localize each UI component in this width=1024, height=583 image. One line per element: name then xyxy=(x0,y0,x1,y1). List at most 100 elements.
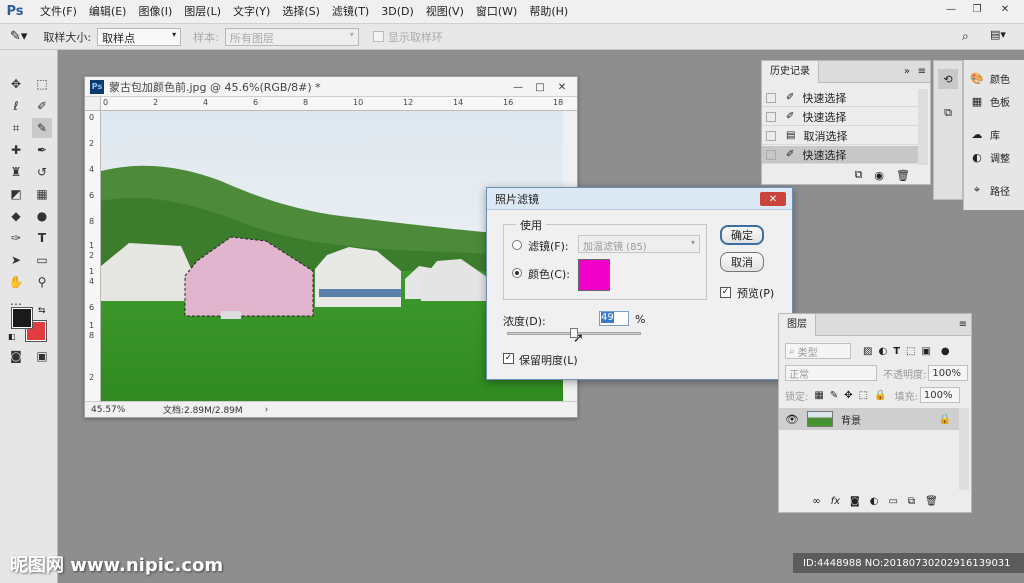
swatches-panel-button[interactable]: ▦ 色板 xyxy=(970,91,1010,111)
zoom-tool-icon[interactable]: ⚲ xyxy=(32,272,52,292)
eraser-tool-icon[interactable]: ◩ xyxy=(6,184,26,204)
menu-type[interactable]: 文字(Y) xyxy=(227,0,276,24)
menu-view[interactable]: 视图(V) xyxy=(420,0,470,24)
new-snapshot-icon[interactable]: ◉ xyxy=(874,169,884,182)
tab-layers[interactable]: 图层 xyxy=(779,313,816,336)
filter-type-icon[interactable]: T xyxy=(893,346,900,357)
eye-icon[interactable]: 👁 xyxy=(785,413,799,426)
healing-brush-tool-icon[interactable]: ✚ xyxy=(6,140,26,160)
history-item[interactable]: ✐ 快速选择 xyxy=(762,108,918,126)
history-brush-tool-icon[interactable]: ↺ xyxy=(32,162,52,182)
doc-maximize-icon[interactable]: □ xyxy=(529,79,551,95)
lock-pixels-icon[interactable]: ▦ xyxy=(814,390,823,401)
layers-scrollbar[interactable] xyxy=(959,408,969,490)
cancel-button[interactable]: 取消 xyxy=(720,252,764,272)
new-document-from-state-icon[interactable]: ⧉ xyxy=(855,168,863,182)
filter-adjustment-icon[interactable]: ◐ xyxy=(878,346,887,357)
menu-image[interactable]: 图像(I) xyxy=(132,0,178,24)
filter-toggle-icon[interactable]: ● xyxy=(941,346,950,357)
workspace-icon[interactable]: ▤▾ xyxy=(990,28,1006,41)
new-group-icon[interactable]: ▭ xyxy=(888,496,897,507)
menu-edit[interactable]: 编辑(E) xyxy=(83,0,133,24)
color-panel-button[interactable]: 🎨 颜色 xyxy=(970,68,1010,88)
screen-mode-icon[interactable]: ▣ xyxy=(32,346,52,366)
menu-filter[interactable]: 滤镜(T) xyxy=(326,0,375,24)
crop-tool-icon[interactable]: ⌗ xyxy=(6,118,26,138)
quick-mask-icon[interactable]: ◙ xyxy=(6,346,26,366)
dodge-tool-icon[interactable]: ● xyxy=(32,206,52,226)
menu-file[interactable]: 文件(F) xyxy=(34,0,83,24)
quick-selection-tool-icon[interactable]: ✐ xyxy=(32,96,52,116)
close-icon[interactable]: ✕ xyxy=(992,0,1018,18)
ok-button[interactable]: 确定 xyxy=(720,225,764,245)
lock-all-icon[interactable]: 🔒 xyxy=(874,390,886,401)
filter-radio[interactable] xyxy=(512,240,522,250)
density-input[interactable]: 49 xyxy=(599,311,629,326)
move-tool-icon[interactable]: ✥ xyxy=(6,74,26,94)
color-swatch[interactable] xyxy=(578,259,610,291)
filter-shape-icon[interactable]: ⬚ xyxy=(906,346,915,357)
link-layers-icon[interactable]: ∞ xyxy=(812,496,820,507)
tab-history[interactable]: 历史记录 xyxy=(762,60,819,83)
doc-minimize-icon[interactable]: — xyxy=(507,79,529,95)
doc-close-icon[interactable]: ✕ xyxy=(551,79,573,95)
type-tool-icon[interactable]: T xyxy=(32,228,52,248)
dialog-close-button[interactable]: ✕ xyxy=(760,192,786,206)
zoom-level[interactable]: 45.57% xyxy=(91,405,141,415)
lock-position-icon[interactable]: ✥ xyxy=(844,390,852,401)
brush-tool-icon[interactable]: ✒ xyxy=(32,140,52,160)
new-layer-icon[interactable]: ⧉ xyxy=(908,496,915,507)
history-scrollbar[interactable] xyxy=(918,89,928,165)
layer-kind-select[interactable]: ⌕ 类型 xyxy=(785,343,851,359)
history-item[interactable]: ✐ 快速选择 xyxy=(762,89,918,107)
panel-menu-icon[interactable]: ≡ xyxy=(959,319,967,330)
eyedropper-tool-icon[interactable]: ✎ xyxy=(32,118,52,138)
menu-layer[interactable]: 图层(L) xyxy=(178,0,227,24)
restore-icon[interactable]: ❐ xyxy=(964,0,990,18)
hand-tool-icon[interactable]: ✋ xyxy=(6,272,26,292)
blend-mode-select[interactable]: 正常 xyxy=(785,365,877,381)
blur-tool-icon[interactable]: ◆ xyxy=(6,206,26,226)
layer-row-background[interactable]: 👁 背景 🔒 xyxy=(779,408,961,430)
sample-size-select[interactable]: 取样点 ▾ xyxy=(97,27,182,46)
panel-menu-icon[interactable]: ≡ xyxy=(918,66,926,77)
history-item[interactable]: ▤ 取消选择 xyxy=(762,127,918,145)
trash-icon[interactable]: 🗑 xyxy=(925,496,938,507)
minimize-icon[interactable]: — xyxy=(938,0,964,18)
filter-select[interactable]: 加温滤镜 (85) ▾ xyxy=(578,235,700,253)
preview-checkbox[interactable]: ✓ xyxy=(720,287,731,298)
status-arrow-icon[interactable]: › xyxy=(265,405,269,415)
menu-help[interactable]: 帮助(H) xyxy=(523,0,574,24)
marquee-tool-icon[interactable]: ⬚ xyxy=(32,74,52,94)
menu-3d[interactable]: 3D(D) xyxy=(375,0,420,24)
document-titlebar[interactable]: Ps 蒙古包加颜色前.jpg @ 45.6%(RGB/8#) * xyxy=(85,77,577,97)
path-selection-tool-icon[interactable]: ➤ xyxy=(6,250,26,270)
lasso-tool-icon[interactable]: ℓ xyxy=(6,96,26,116)
search-icon[interactable]: ⌕ xyxy=(962,29,969,44)
pen-tool-icon[interactable]: ✑ xyxy=(6,228,26,248)
collapse-icon[interactable]: » xyxy=(904,66,910,77)
trash-icon[interactable]: 🗑 xyxy=(896,169,910,182)
filter-smart-icon[interactable]: ▣ xyxy=(921,346,930,357)
color-radio[interactable] xyxy=(512,268,522,278)
paths-panel-button[interactable]: ⌖ 路径 xyxy=(970,180,1010,200)
swap-colors-icon[interactable]: ⇆ xyxy=(38,306,46,316)
foreground-color-swatch[interactable] xyxy=(11,307,33,329)
sample-select[interactable]: 所有图层 ▾ xyxy=(224,27,359,46)
menu-select[interactable]: 选择(S) xyxy=(276,0,326,24)
properties-dock-icon[interactable]: ⧉ xyxy=(938,103,958,123)
history-item[interactable]: ✐ 快速选择 xyxy=(762,146,918,164)
clone-stamp-tool-icon[interactable]: ♜ xyxy=(6,162,26,182)
menu-window[interactable]: 窗口(W) xyxy=(470,0,523,24)
new-adjustment-icon[interactable]: ◐ xyxy=(870,496,879,507)
lock-artboard-icon[interactable]: ⬚ xyxy=(859,390,868,401)
dialog-titlebar[interactable]: 照片滤镜 xyxy=(487,188,792,210)
fx-icon[interactable]: fx xyxy=(831,496,840,507)
show-ring-checkbox[interactable] xyxy=(372,31,384,42)
history-dock-icon[interactable]: ⟲ xyxy=(938,69,958,89)
fill-input[interactable]: 100% xyxy=(919,387,960,403)
eyedropper-tool-preset-icon[interactable]: ✎▾ xyxy=(10,29,27,44)
libraries-panel-button[interactable]: ☁ 库 xyxy=(970,124,1001,144)
add-mask-icon[interactable]: ◙ xyxy=(850,496,860,507)
gradient-tool-icon[interactable]: ▦ xyxy=(32,184,52,204)
